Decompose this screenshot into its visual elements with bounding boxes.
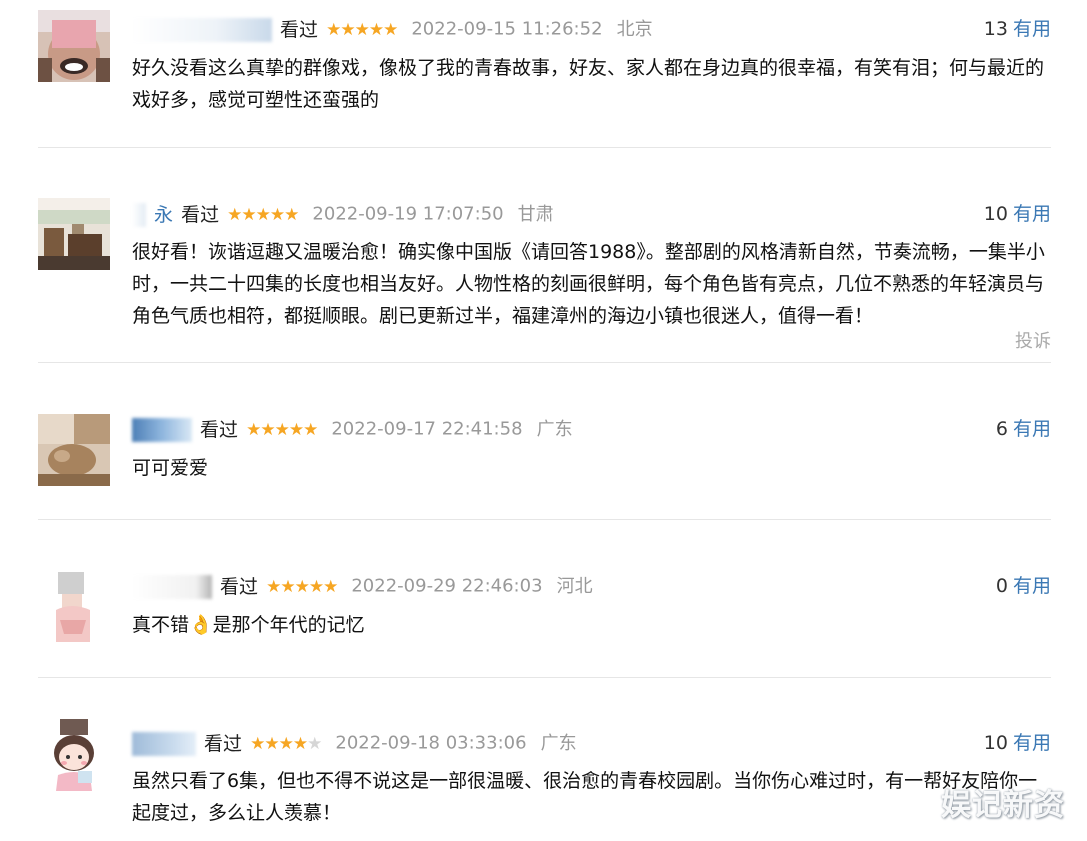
watched-label: 看过: [200, 418, 239, 441]
star-on-icon: ★★★★★: [326, 19, 398, 40]
username[interactable]: [132, 574, 212, 599]
useful-button[interactable]: 有用: [1013, 203, 1051, 225]
user-avatar[interactable]: [38, 198, 110, 270]
vote-count: 10: [983, 203, 1008, 225]
vote-area: 10 有用: [984, 199, 1051, 229]
comment-time: 2022-09-19 17:07:50: [312, 203, 504, 225]
comment-header: 看过 ★★★★★ 2022-09-17 22:41:58 广东: [132, 414, 573, 444]
vote-count: 0: [995, 575, 1008, 597]
comment-location: 北京: [616, 18, 653, 40]
star-on-icon: ★★★★★: [246, 419, 318, 440]
rating-stars: ★★★★★: [227, 204, 299, 225]
username[interactable]: [132, 202, 146, 227]
comment-location: 广东: [540, 732, 577, 754]
comment-time: 2022-09-15 11:26:52: [411, 18, 603, 40]
divider: [38, 147, 1051, 148]
comment-content: 可可爱爱: [132, 457, 209, 479]
vote-count: 13: [983, 18, 1008, 40]
comment-content: 真不错👌是那个年代的记忆: [132, 614, 365, 636]
vote-area: 13 有用: [984, 14, 1051, 44]
vote-area: 10 有用: [984, 728, 1051, 758]
comment-time: 2022-09-29 22:46:03: [351, 575, 543, 597]
comment-content: 很好看！诙谐逗趣又温暖治愈！确实像中国版《请回答1988》。整部剧的风格清新自然…: [132, 241, 1045, 327]
comment-location: 河北: [556, 575, 593, 597]
username[interactable]: [132, 731, 196, 756]
vote-area: 0 有用: [996, 571, 1051, 601]
watched-label: 看过: [280, 18, 319, 41]
rating-stars: ★★★★★: [250, 733, 322, 754]
comment-location: 广东: [536, 418, 573, 440]
comment-header: 看过 ★★★★★ 2022-09-29 22:46:03 河北: [132, 571, 593, 601]
watermark: 娱记新资: [941, 788, 1065, 823]
user-avatar[interactable]: [38, 570, 110, 642]
user-avatar[interactable]: [38, 719, 110, 791]
vote-count: 6: [995, 418, 1008, 440]
divider: [38, 362, 1051, 363]
divider: [38, 677, 1051, 678]
comment-content: 虽然只看了6集，但也不得不说这是一部很温暖、很治愈的青春校园剧。当你伤心难过时，…: [132, 770, 1038, 824]
comment-content: 好久没看这么真挚的群像戏，像极了我的青春故事，好友、家人都在身边真的很幸福，有笑…: [132, 57, 1045, 111]
rating-stars: ★★★★★: [266, 576, 338, 597]
username[interactable]: [132, 417, 192, 442]
comment-header: 永 看过 ★★★★★ 2022-09-19 17:07:50 甘肃: [132, 199, 554, 229]
user-avatar[interactable]: [38, 10, 110, 82]
vote-area: 6 有用: [996, 414, 1051, 444]
username[interactable]: [132, 17, 272, 42]
rating-stars: ★★★★★: [326, 19, 398, 40]
star-on-icon: ★★★★★: [266, 576, 338, 597]
useful-button[interactable]: 有用: [1013, 418, 1051, 440]
star-off-icon: ★: [307, 733, 322, 754]
rating-stars: ★★★★★: [246, 419, 318, 440]
comment-time: 2022-09-17 22:41:58: [331, 418, 523, 440]
star-on-icon: ★★★★: [250, 733, 308, 754]
comment-time: 2022-09-18 03:33:06: [335, 732, 527, 754]
user-avatar[interactable]: [38, 414, 110, 486]
watched-label: 看过: [220, 575, 259, 598]
comment-header: 看过 ★★★★★ 2022-09-18 03:33:06 广东: [132, 728, 577, 758]
report-button[interactable]: 投诉: [1015, 327, 1051, 353]
star-on-icon: ★★★★★: [227, 204, 299, 225]
useful-button[interactable]: 有用: [1013, 732, 1051, 754]
watched-label: 看过: [181, 203, 220, 226]
useful-button[interactable]: 有用: [1013, 18, 1051, 40]
vote-count: 10: [983, 732, 1008, 754]
comment-location: 甘肃: [517, 203, 554, 225]
watched-label: 看过: [204, 732, 243, 755]
divider: [38, 519, 1051, 520]
username-tail: 永: [154, 203, 174, 226]
useful-button[interactable]: 有用: [1013, 575, 1051, 597]
comment-header: 看过 ★★★★★ 2022-09-15 11:26:52 北京: [132, 14, 653, 44]
